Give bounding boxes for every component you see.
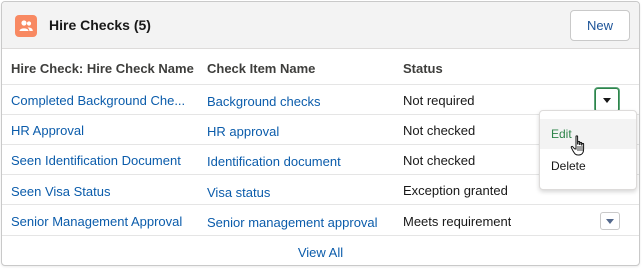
- hire-checks-icon: [15, 15, 37, 37]
- hire-check-name-link[interactable]: Completed Background Che...: [11, 93, 189, 108]
- hand-pointer-cursor-icon: [570, 135, 588, 160]
- column-header-status[interactable]: Status: [403, 61, 443, 76]
- check-item-link[interactable]: Identification document: [207, 154, 341, 169]
- hire-check-name-link[interactable]: Senior Management Approval: [11, 214, 182, 229]
- new-button[interactable]: New: [570, 10, 630, 41]
- row-divider: [2, 235, 639, 236]
- status-value: Meets requirement: [403, 214, 512, 229]
- chevron-down-icon: [603, 98, 611, 103]
- card-title[interactable]: Hire Checks (5): [49, 17, 151, 33]
- hire-check-name-link[interactable]: Seen Identification Document: [11, 153, 181, 168]
- chevron-down-icon: [606, 219, 614, 224]
- row-divider: [2, 204, 639, 205]
- check-item-link[interactable]: Background checks: [207, 94, 320, 109]
- check-item-link[interactable]: Visa status: [207, 185, 270, 200]
- menu-item-edit[interactable]: Edit: [540, 119, 636, 149]
- column-header-check-item-name[interactable]: Check Item Name: [207, 61, 315, 76]
- row-actions-menu: Edit Delete: [539, 110, 637, 190]
- row-actions-button[interactable]: [595, 88, 619, 112]
- status-value: Not required: [403, 93, 475, 108]
- check-item-link[interactable]: HR approval: [207, 124, 279, 139]
- status-value: Not checked: [403, 153, 476, 168]
- status-value: Not checked: [403, 123, 476, 138]
- row-divider: [2, 84, 639, 85]
- status-value: Exception granted: [403, 183, 508, 198]
- hire-check-name-link[interactable]: Seen Visa Status: [11, 184, 111, 199]
- menu-item-delete[interactable]: Delete: [540, 151, 636, 181]
- view-all-link[interactable]: View All: [2, 245, 639, 260]
- hire-check-name-link[interactable]: HR Approval: [11, 123, 84, 138]
- row-actions-button[interactable]: [600, 212, 620, 230]
- card-header: Hire Checks (5) New: [2, 2, 639, 49]
- column-header-hire-check-name[interactable]: Hire Check: Hire Check Name: [11, 61, 194, 76]
- check-item-link[interactable]: Senior management approval: [207, 215, 378, 230]
